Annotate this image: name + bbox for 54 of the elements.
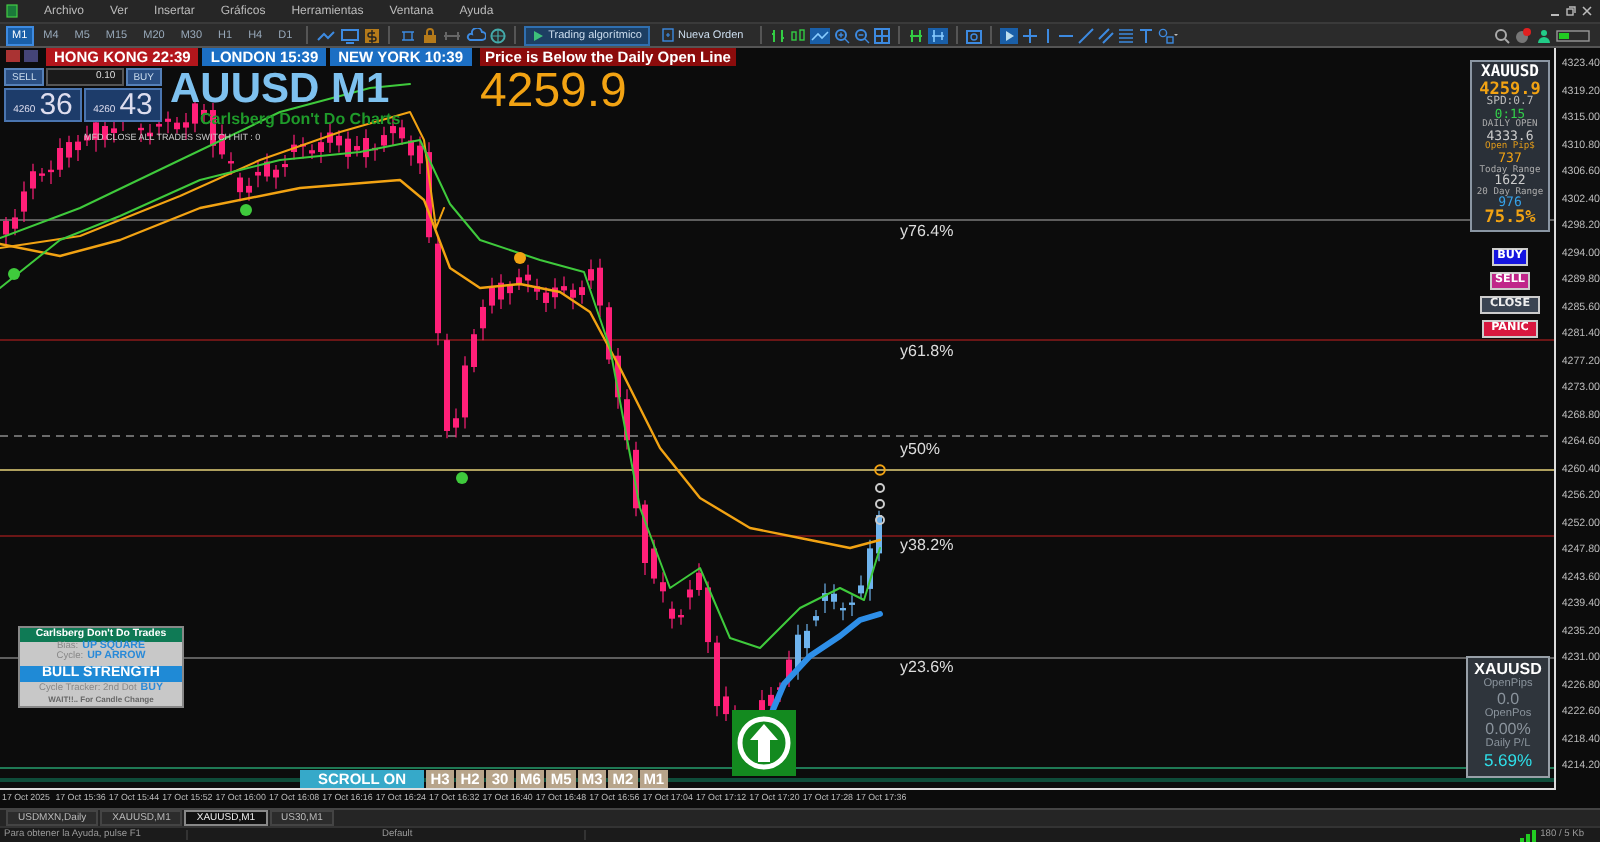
line-graph-icon[interactable] [809,27,830,43]
fibonacci-level-label: y61.8% [900,342,954,360]
price-pips: 43 [119,90,153,120]
autoscroll-icon[interactable] [907,27,924,43]
trend-line-icon[interactable] [1077,27,1094,43]
user-icon[interactable] [1536,27,1552,43]
panel-price: 4259.9 [1479,81,1541,98]
zoom-in-icon[interactable] [833,27,850,43]
fibonacci-level-label: y23.6% [900,658,954,676]
monitor-icon[interactable] [340,27,361,43]
fibonacci-level-label: y76.4% [900,222,954,240]
price-pips: 36 [39,90,73,120]
signal-dot [514,252,526,264]
candles-icon[interactable] [789,27,806,43]
vertical-line-icon[interactable] [1041,27,1054,43]
text-icon[interactable] [1137,27,1154,43]
grid-icon[interactable] [873,27,890,43]
screenshot-icon[interactable] [965,27,982,43]
signal-dot [456,472,468,484]
connection-status-icon [1556,27,1592,43]
restore-icon[interactable] [1566,6,1576,16]
range-percent: 75.5% [1484,209,1536,228]
notification-icon[interactable] [1514,27,1532,43]
signal-strength-icon [1520,829,1537,841]
panel-symbol: XAUUSD [1474,660,1542,678]
fibonacci-level-label: y38.2% [900,536,954,554]
panel-value: 0.0 [1496,692,1520,708]
close-icon[interactable] [1582,6,1592,16]
app-icon[interactable] [6,4,18,18]
fibonacci-icon[interactable] [1117,27,1134,43]
panel-symbol: XAUUSD [1481,64,1539,81]
dollar-icon[interactable] [364,27,381,43]
cursor-icon[interactable] [999,27,1018,43]
current-price: 4259.9 [480,66,627,116]
order-icon [662,28,674,42]
bar-chart-icon[interactable] [769,27,786,43]
up-arrow-icon [732,710,796,776]
shapes-icon[interactable] [1157,27,1178,43]
signal-dot [8,268,20,280]
panel-value: 0.00% [1485,722,1531,738]
fibonacci-level-label: y50% [900,440,941,458]
channel-icon[interactable] [1097,27,1114,43]
globe-icon[interactable] [490,27,507,43]
crosshair-icon[interactable] [1021,27,1038,43]
line-chart-icon[interactable] [316,27,337,43]
play-icon [532,29,545,41]
connection-icon[interactable] [442,27,463,43]
daily-pl-value: 5.69% [1483,752,1533,770]
lock-icon[interactable] [422,27,439,43]
chart-shift-icon[interactable] [927,27,948,43]
zoom-out-icon[interactable] [853,27,870,43]
cloud-icon[interactable] [466,27,487,43]
search-icon[interactable] [1494,27,1510,43]
signal-dot [240,204,252,216]
